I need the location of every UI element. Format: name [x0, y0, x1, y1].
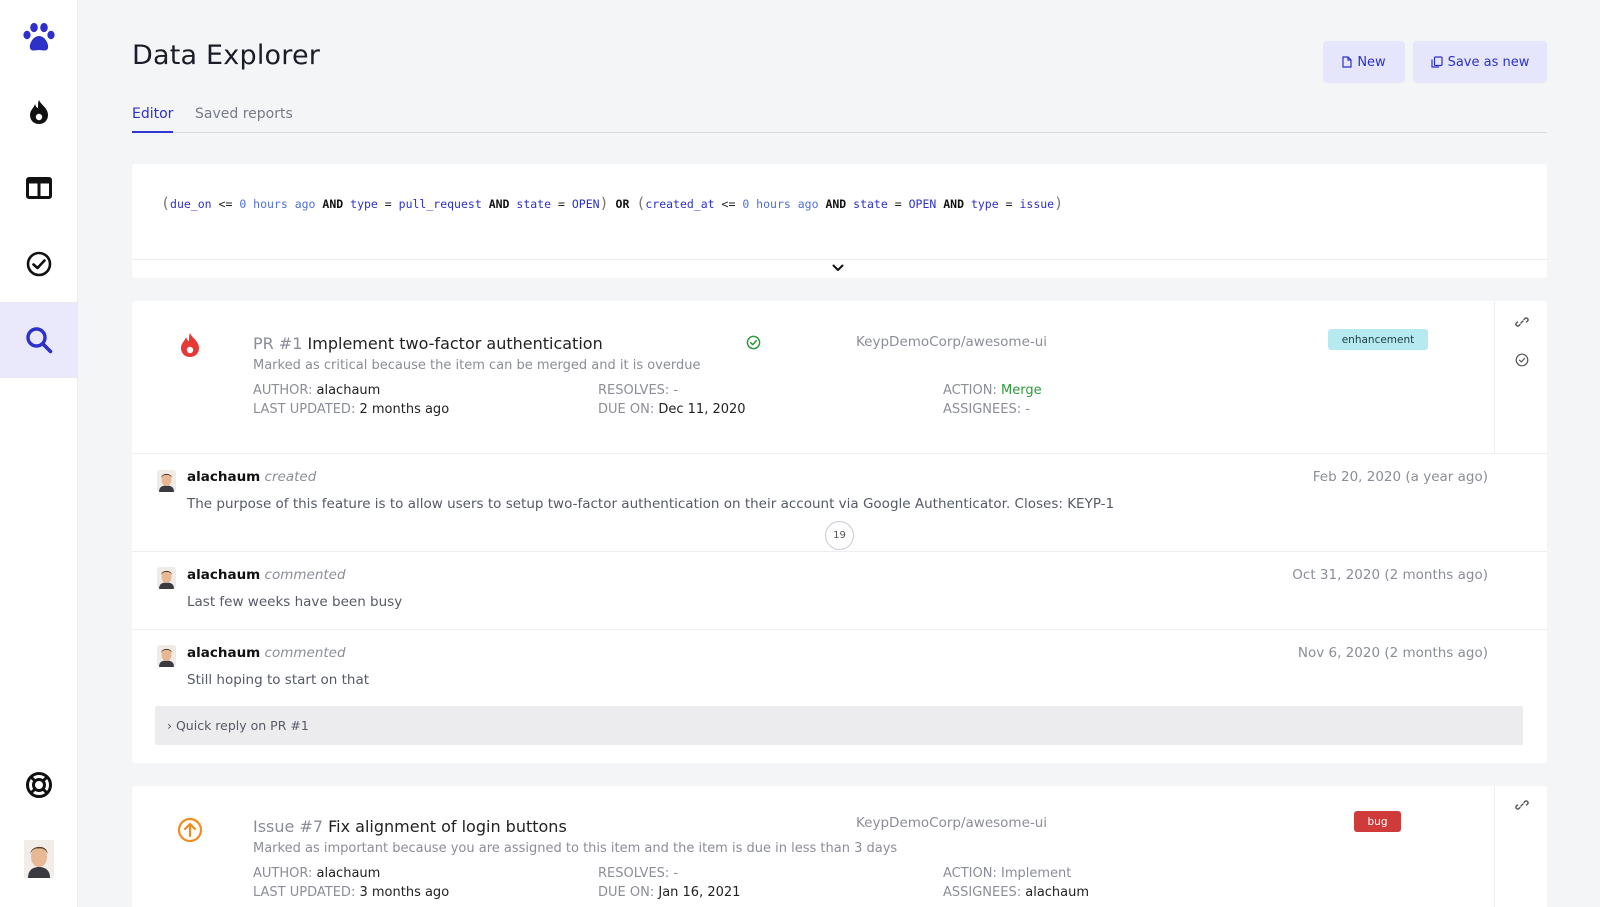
tab-editor[interactable]: Editor [132, 106, 173, 122]
item-header: PR #1 Implement two-factor authenticatio… [132, 301, 1547, 453]
avatar [157, 645, 176, 667]
save-as-new-label: Save as new [1447, 54, 1530, 70]
item-description: Marked as important because you are assi… [253, 841, 898, 856]
user-avatar[interactable] [0, 821, 78, 897]
lifebuoy-icon[interactable] [0, 747, 78, 823]
new-button-label: New [1357, 54, 1386, 70]
meta-action: ACTION: Merge [943, 383, 1042, 398]
repo-name[interactable]: KeypDemoCorp/awesome-ui [856, 334, 1047, 350]
timeline-text: Last few weeks have been busy [187, 594, 403, 610]
quick-reply-toggle[interactable]: › Quick reply on PR #1 [155, 706, 1523, 745]
meta-assignees: ASSIGNEES: alachaum [943, 885, 1090, 900]
item-card: PR #1 Implement two-factor authenticatio… [132, 301, 1547, 763]
meta-author: AUTHOR: alachaum [253, 866, 381, 881]
timeline-date: Nov 6, 2020 (2 months ago) [1297, 645, 1488, 661]
tab-saved-reports[interactable]: Saved reports [195, 106, 293, 122]
page-title: Data Explorer [132, 40, 321, 71]
flame-icon[interactable] [0, 74, 78, 150]
timeline-author: alachaum created [187, 469, 317, 485]
repo-name[interactable]: KeypDemoCorp/awesome-ui [856, 815, 1047, 831]
critical-flame-icon [177, 331, 203, 359]
item-title[interactable]: PR #1 Implement two-factor authenticatio… [253, 334, 603, 353]
save-as-new-button[interactable]: Save as new [1413, 41, 1547, 83]
timeline-text: Still hoping to start on that [187, 672, 370, 688]
link-icon[interactable] [1513, 796, 1531, 814]
link-icon[interactable] [1513, 313, 1531, 331]
file-icon [1342, 56, 1352, 68]
item-title[interactable]: Issue #7 Fix alignment of login buttons [253, 817, 567, 836]
timeline-date: Oct 31, 2020 (2 months ago) [1292, 567, 1488, 583]
meta-due-on: DUE ON: Jan 16, 2021 [598, 885, 741, 900]
meta-resolves: RESOLVES: - [598, 866, 679, 881]
label-badge: bug [1354, 811, 1401, 832]
chevron-down-icon[interactable] [829, 260, 847, 276]
meta-last-updated: LAST UPDATED: 2 months ago [253, 402, 450, 417]
board-icon[interactable] [0, 150, 78, 226]
meta-author: AUTHOR: alachaum [253, 383, 381, 398]
timeline-author: alachaum commented [187, 567, 346, 583]
hidden-comments-counter[interactable]: 19 [825, 521, 854, 550]
avatar [157, 567, 176, 589]
item-header: Issue #7 Fix alignment of login buttons … [132, 786, 1547, 907]
meta-last-updated: LAST UPDATED: 3 months ago [253, 885, 450, 900]
meta-action: ACTION: Implement [943, 866, 1072, 881]
sidebar [0, 0, 78, 907]
check-circle-icon[interactable] [0, 226, 78, 302]
timeline-author: alachaum commented [187, 645, 346, 661]
timeline-entry: alachaum commented Nov 6, 2020 (2 months… [132, 629, 1547, 707]
label-badge: enhancement [1328, 329, 1428, 350]
active-tab-indicator [132, 131, 173, 133]
query-expression[interactable]: (due_on <= 0 hours ago AND type = pull_r… [161, 194, 1063, 212]
item-description: Marked as critical because the item can … [253, 358, 701, 373]
new-button[interactable]: New [1323, 41, 1405, 83]
copy-icon [1430, 56, 1443, 68]
search-icon[interactable] [0, 302, 78, 378]
timeline-text: The purpose of this feature is to allow … [187, 496, 1115, 512]
paw-logo-icon[interactable] [0, 0, 78, 76]
tab-bar: Editor Saved reports [132, 104, 1547, 133]
timeline-entry: alachaum commented Oct 31, 2020 (2 month… [132, 551, 1547, 629]
meta-due-on: DUE ON: Dec 11, 2020 [598, 402, 746, 417]
query-editor[interactable]: (due_on <= 0 hours ago AND type = pull_r… [132, 164, 1547, 278]
mark-done-icon[interactable] [1513, 351, 1531, 369]
important-arrow-up-icon [177, 816, 203, 844]
timeline-date: Feb 20, 2020 (a year ago) [1312, 469, 1488, 485]
item-card: Issue #7 Fix alignment of login buttons … [132, 786, 1547, 907]
card-actions [1494, 301, 1547, 453]
meta-resolves: RESOLVES: - [598, 383, 679, 398]
meta-assignees: ASSIGNEES: - [943, 402, 1030, 417]
avatar [157, 470, 176, 492]
green-check-icon [746, 335, 761, 350]
card-actions [1494, 786, 1547, 907]
